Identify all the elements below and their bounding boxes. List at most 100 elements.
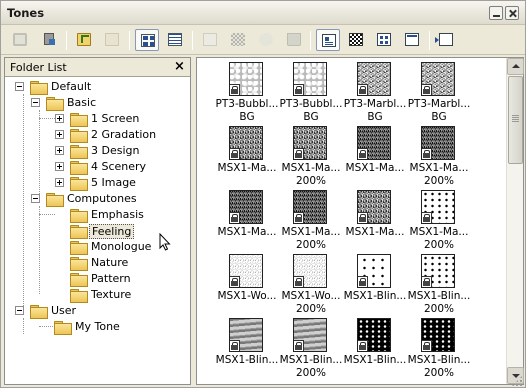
tone-label: PT3-Bubbl... BG <box>279 98 343 123</box>
expand-toggle[interactable] <box>55 162 64 171</box>
tone-label: MSX1-Ma... 200% <box>409 162 469 187</box>
list-view-button[interactable] <box>163 29 187 51</box>
tone-label: PT3-Bubbl... BG <box>215 98 279 123</box>
tone-thumbnail[interactable]: PT3-Marbl... BG <box>343 60 407 124</box>
collapse-toggle[interactable] <box>15 82 24 91</box>
tree-item-label: Texture <box>91 288 132 301</box>
expand-toggle[interactable] <box>55 114 64 123</box>
tree-item-label: Monologue <box>91 240 152 253</box>
folder-icon <box>54 321 72 335</box>
thumbnail-view-button[interactable] <box>135 29 159 51</box>
tone-preview <box>357 190 391 224</box>
tree-line <box>39 118 55 119</box>
tree-item-label-selected: Feeling <box>89 224 135 239</box>
folder-list-header: Folder List × <box>5 58 190 77</box>
toolbar <box>1 26 525 55</box>
folder-icon <box>70 241 88 255</box>
folder-up-button[interactable] <box>72 29 96 51</box>
collapse-toggle[interactable] <box>31 194 40 203</box>
tone-preview <box>229 318 263 352</box>
tone-label: MSX1-Blin... <box>343 354 407 366</box>
move-icon <box>42 33 56 46</box>
lock-icon <box>358 212 368 223</box>
tone-label: MSX1-Ma... 200% <box>281 162 341 187</box>
tone-preview <box>421 62 455 96</box>
delete-button[interactable] <box>282 29 306 51</box>
tone-thumbnail[interactable]: MSX1-Ma... 200% <box>407 124 471 188</box>
tone-thumbnail[interactable]: PT3-Bubbl... BG <box>279 60 343 124</box>
tone-thumbnail[interactable]: PT3-Bubbl... BG <box>215 60 279 124</box>
folder-icon <box>70 113 88 127</box>
tree-line <box>39 110 40 198</box>
tone-thumbnail[interactable]: MSX1-Ma... <box>215 188 279 252</box>
tone-preview <box>421 318 455 352</box>
toolbar-separator <box>192 31 193 50</box>
scroll-up-button[interactable] <box>507 58 524 75</box>
thumbnail-view-icon <box>141 34 155 47</box>
view-grid-button[interactable] <box>372 29 396 51</box>
tone-label: MSX1-Wo... 200% <box>281 290 341 315</box>
tone-thumbnail[interactable]: MSX1-Ma... <box>343 188 407 252</box>
lock-icon <box>358 276 368 287</box>
tone-thumbnail[interactable]: MSX1-Blin... <box>343 316 407 380</box>
view-grid-icon <box>377 33 391 46</box>
panel-toggle-button[interactable] <box>434 29 458 51</box>
tree-line <box>39 214 55 215</box>
folder-list-title: Folder List <box>10 61 67 74</box>
tone-thumbnail[interactable]: MSX1-Blin... <box>215 316 279 380</box>
tone-thumbnail[interactable]: MSX1-Blin... <box>343 252 407 316</box>
new-folder-button[interactable] <box>100 29 124 51</box>
title-bar[interactable]: Tones <box>1 1 525 25</box>
close-panel-button[interactable]: × <box>174 59 185 74</box>
collapse-toggle[interactable] <box>31 98 40 107</box>
move-button[interactable] <box>37 29 61 51</box>
expand-toggle[interactable] <box>55 146 64 155</box>
view-detail-button[interactable] <box>316 29 340 51</box>
lock-icon <box>358 84 368 95</box>
tones-window: Tones Folder List × Default Basic 1 Scre… <box>0 0 526 388</box>
tone-thumbnail[interactable]: MSX1-Wo... <box>215 252 279 316</box>
tone-thumbnail[interactable]: MSX1-Ma... <box>343 124 407 188</box>
toolbar-separator <box>310 31 311 50</box>
tone-thumbnail[interactable]: MSX1-Wo... 200% <box>279 252 343 316</box>
folder-icon <box>70 129 88 143</box>
tone-thumbnail[interactable]: MSX1-Blin... 200% <box>407 316 471 380</box>
minimize-button[interactable] <box>489 6 503 20</box>
tone-thumbnail[interactable]: MSX1-Ma... 200% <box>279 188 343 252</box>
tone-thumbnail[interactable]: MSX1-Blin... 200% <box>279 316 343 380</box>
folder-open-icon <box>46 97 64 111</box>
lock-icon <box>230 276 240 287</box>
lock-icon <box>230 148 240 159</box>
dots-button[interactable] <box>226 29 250 51</box>
checker-button[interactable] <box>344 29 368 51</box>
tree-item-label: Nature <box>91 256 129 269</box>
tree-item-label: 3 Design <box>91 144 140 157</box>
tone-thumbnail[interactable]: MSX1-Ma... 200% <box>407 188 471 252</box>
tone-thumbnail[interactable]: MSX1-Ma... 200% <box>279 124 343 188</box>
new-folder-icon <box>105 33 119 46</box>
view-header-button[interactable] <box>400 29 424 51</box>
tone-label: MSX1-Ma... <box>217 162 277 174</box>
check-button[interactable] <box>198 29 222 51</box>
collapse-toggle[interactable] <box>15 306 24 315</box>
tone-label: PT3-Marbl... BG <box>407 98 471 123</box>
tone-thumbnail[interactable]: MSX1-Blin... 200% <box>407 252 471 316</box>
paste-button[interactable] <box>8 29 32 51</box>
tone-label: MSX1-Blin... 200% <box>407 290 471 315</box>
tone-grid: PT3-Bubbl... BG PT3-Bubbl... BG PT3-Marbl.… <box>197 58 506 384</box>
tone-thumbnail[interactable]: PT3-Marbl... BG <box>407 60 471 124</box>
tone-thumbnail[interactable]: MSX1-Ma... <box>215 124 279 188</box>
expand-toggle[interactable] <box>55 178 64 187</box>
tone-preview <box>293 190 327 224</box>
close-window-button[interactable] <box>505 6 519 20</box>
tone-label: MSX1-Ma... <box>217 226 277 238</box>
tree-item-label: Emphasis <box>91 208 144 221</box>
list-view-icon <box>168 33 182 46</box>
tone-label: MSX1-Ma... 200% <box>281 226 341 251</box>
view-detail-icon <box>322 34 336 47</box>
scroll-thumb[interactable] <box>508 76 523 164</box>
star-button[interactable] <box>254 29 278 51</box>
vertical-scrollbar[interactable] <box>506 58 524 384</box>
tone-preview <box>293 62 327 96</box>
expand-toggle[interactable] <box>55 130 64 139</box>
